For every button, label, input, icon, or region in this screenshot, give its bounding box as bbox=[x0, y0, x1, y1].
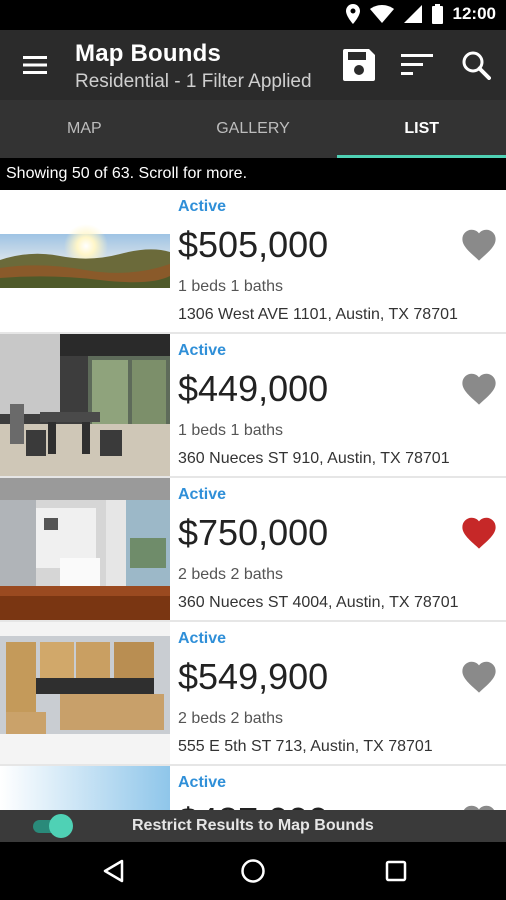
heart-icon[interactable] bbox=[460, 226, 498, 262]
page-title: Map Bounds bbox=[75, 40, 221, 67]
listing-status: Active bbox=[178, 630, 227, 647]
tab-map[interactable]: MAP bbox=[0, 100, 169, 158]
results-count-text: Showing 50 of 63. Scroll for more. bbox=[0, 158, 506, 190]
save-icon bbox=[343, 49, 375, 81]
search-button[interactable] bbox=[457, 46, 495, 84]
listing-price: $449,000 bbox=[178, 368, 329, 409]
battery-icon bbox=[431, 4, 443, 24]
home-icon bbox=[241, 859, 265, 883]
listing-address: 360 Nueces ST 910, Austin, TX 78701 bbox=[178, 450, 450, 467]
listing-card[interactable]: Active $449,000 1 beds 1 baths 360 Nuece… bbox=[0, 334, 506, 476]
map-bounds-label: Restrict Results to Map Bounds bbox=[132, 817, 374, 834]
listing-beds-baths: 1 beds 1 baths bbox=[178, 278, 283, 295]
listing-list[interactable]: Active $505,000 1 beds 1 baths 1306 West… bbox=[0, 190, 506, 810]
system-nav-bar bbox=[0, 842, 506, 900]
search-icon bbox=[462, 51, 491, 80]
page-subtitle: Residential - 1 Filter Applied bbox=[75, 71, 312, 92]
sort-icon bbox=[401, 54, 433, 75]
listing-price: $750,000 bbox=[178, 512, 329, 553]
listing-beds-baths: 1 beds 1 baths bbox=[178, 422, 283, 439]
listing-photo[interactable] bbox=[0, 190, 170, 332]
listing-price: $487,000 bbox=[178, 800, 328, 810]
heart-icon[interactable] bbox=[460, 370, 498, 406]
home-button[interactable] bbox=[238, 856, 268, 886]
listing-status: Active bbox=[178, 486, 227, 503]
status-time: 12:00 bbox=[452, 4, 496, 23]
listing-address: 1306 West AVE 1101, Austin, TX 78701 bbox=[178, 306, 458, 323]
recents-icon bbox=[385, 860, 407, 882]
listing-status: Active bbox=[178, 198, 227, 215]
location-icon bbox=[345, 4, 360, 24]
back-icon bbox=[103, 859, 124, 883]
listing-beds-baths: 2 beds 2 baths bbox=[178, 710, 283, 727]
listing-price: $505,000 bbox=[178, 224, 329, 265]
tab-list[interactable]: LIST bbox=[337, 100, 506, 158]
map-bounds-toggle[interactable] bbox=[33, 814, 73, 838]
back-button[interactable] bbox=[98, 856, 128, 886]
heart-icon[interactable] bbox=[460, 658, 498, 694]
listing-beds-baths: 2 beds 2 baths bbox=[178, 566, 283, 583]
app-bar: Map Bounds Residential - 1 Filter Applie… bbox=[0, 30, 506, 100]
listing-photo[interactable] bbox=[0, 766, 170, 810]
recents-button[interactable] bbox=[381, 856, 411, 886]
menu-icon bbox=[23, 56, 47, 74]
listing-status: Active bbox=[178, 342, 227, 359]
status-icons: 12:00 bbox=[345, 4, 496, 24]
heart-icon[interactable] bbox=[460, 802, 498, 810]
view-tabs: MAP GALLERY LIST bbox=[0, 100, 506, 158]
listing-card[interactable]: Active $549,900 2 beds 2 baths 555 E 5th… bbox=[0, 622, 506, 764]
heart-icon[interactable] bbox=[460, 514, 498, 550]
listing-card[interactable]: Active $750,000 2 beds 2 baths 360 Nuece… bbox=[0, 478, 506, 620]
tab-gallery[interactable]: GALLERY bbox=[169, 100, 338, 158]
listing-photo[interactable] bbox=[0, 334, 170, 476]
listing-photo[interactable] bbox=[0, 478, 170, 620]
listing-card[interactable]: Active $505,000 1 beds 1 baths 1306 West… bbox=[0, 190, 506, 332]
listing-price: $549,900 bbox=[178, 656, 329, 697]
listing-address: 360 Nueces ST 4004, Austin, TX 78701 bbox=[178, 594, 459, 611]
sort-button[interactable] bbox=[398, 46, 436, 84]
listing-status: Active bbox=[178, 774, 227, 791]
signal-icon bbox=[403, 5, 422, 23]
listing-address: 555 E 5th ST 713, Austin, TX 78701 bbox=[178, 738, 433, 755]
wifi-icon bbox=[369, 5, 394, 23]
save-button[interactable] bbox=[340, 46, 378, 84]
listing-photo[interactable] bbox=[0, 622, 170, 764]
map-bounds-bar: Restrict Results to Map Bounds bbox=[0, 810, 506, 842]
toggle-knob bbox=[49, 814, 73, 838]
listing-card[interactable]: Active $487,000 bbox=[0, 766, 506, 810]
status-bar: 12:00 bbox=[0, 0, 506, 30]
menu-button[interactable] bbox=[18, 50, 52, 80]
